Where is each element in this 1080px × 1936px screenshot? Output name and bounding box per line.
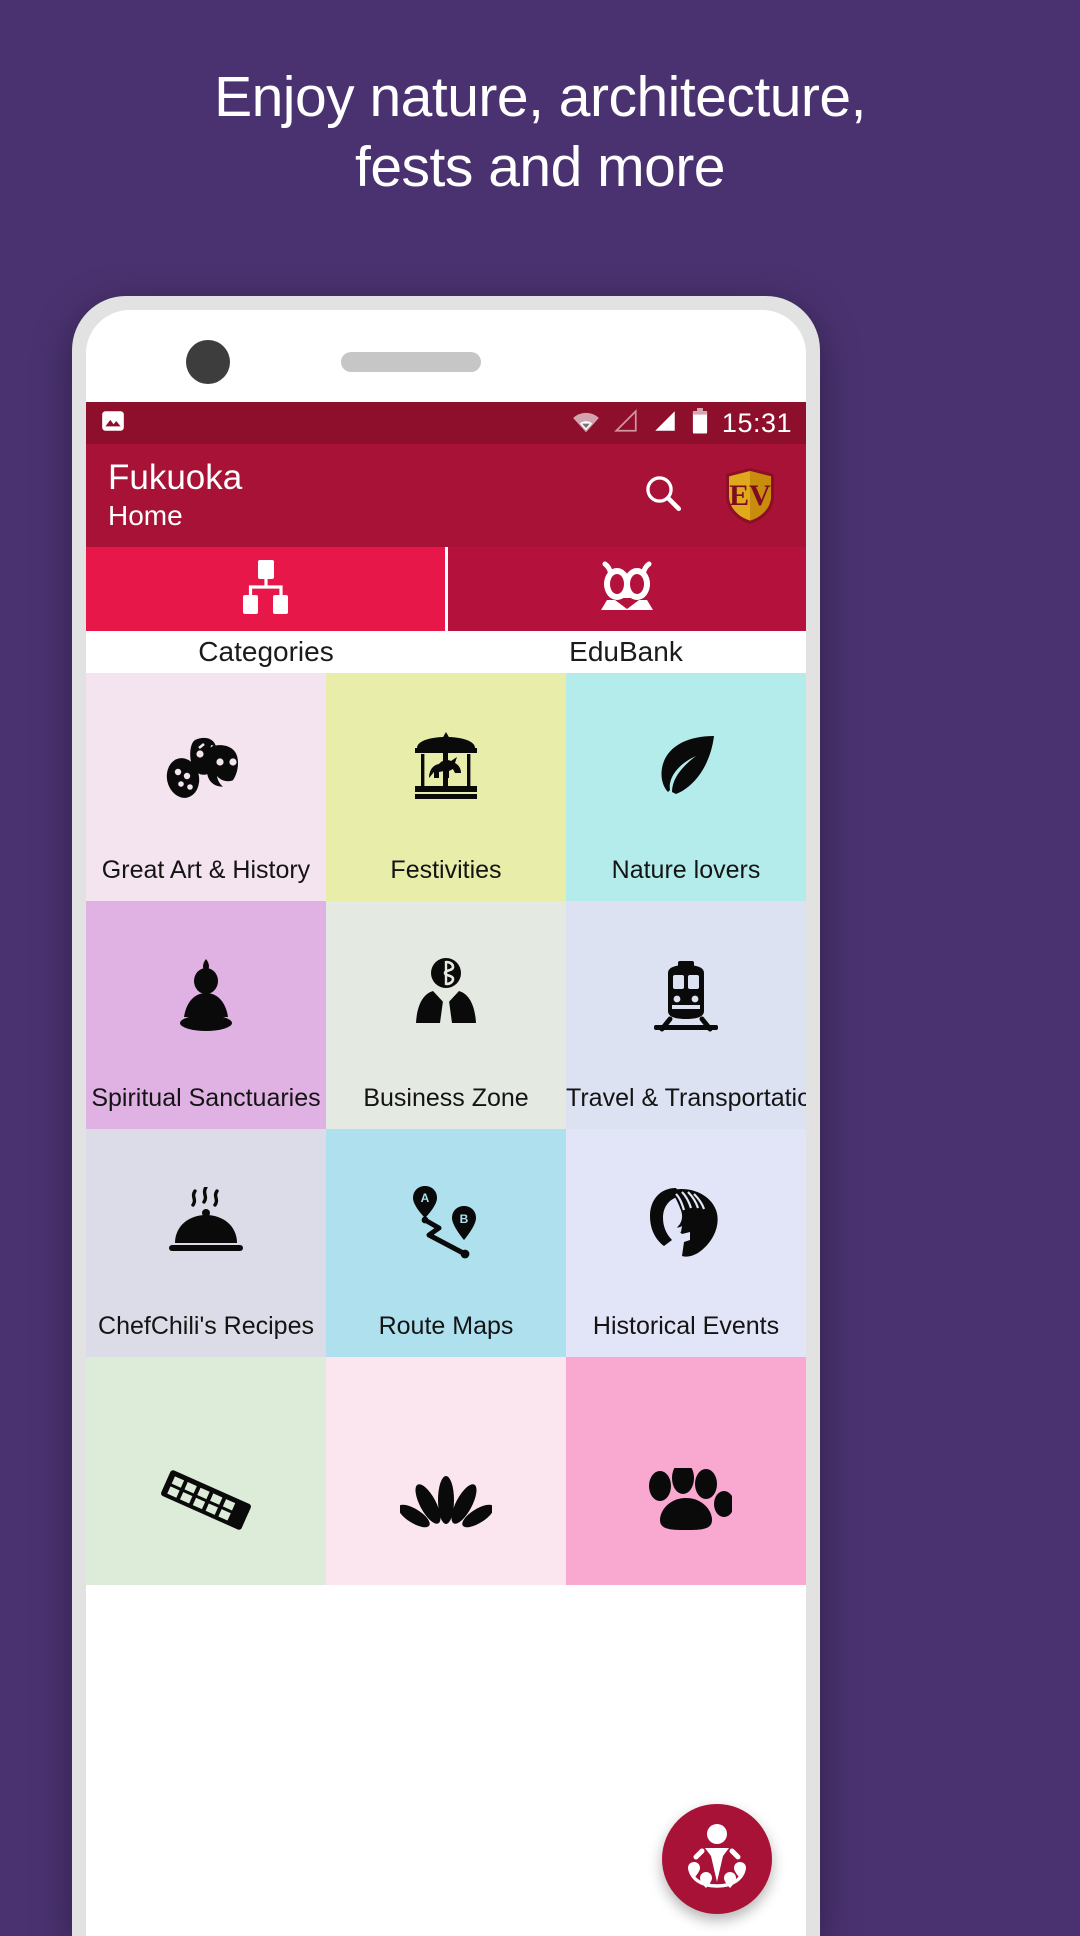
battery-icon (691, 407, 709, 439)
tab-categories[interactable] (86, 547, 445, 631)
front-camera-icon (186, 340, 230, 384)
train-icon (648, 957, 724, 1035)
photo-icon (100, 408, 126, 439)
category-tile[interactable] (566, 1357, 806, 1585)
category-label: Nature lovers (611, 856, 761, 884)
signal-empty-icon (613, 408, 639, 438)
svg-text:B: B (460, 1212, 469, 1226)
category-label: ChefChili's Recipes (98, 1312, 314, 1340)
app-toolbar: Fukuoka Home EV (86, 444, 806, 547)
status-bar: 15:31 (86, 402, 806, 444)
tab-bar[interactable] (86, 547, 806, 631)
category-tile[interactable]: ChefChili's Recipes (86, 1129, 326, 1357)
category-grid: Great Art & History Festivities Nature l… (86, 673, 806, 1585)
toolbar-actions: EV (642, 467, 784, 525)
category-tile[interactable]: Festivities (326, 673, 566, 901)
phone-top-bezel (86, 310, 806, 402)
tab-label-edubank[interactable]: EduBank (446, 631, 806, 673)
category-label: Festivities (390, 856, 502, 884)
promo-headline-line1: Enjoy nature, architecture, (214, 65, 866, 129)
category-label: Spiritual Sanctuaries (91, 1084, 321, 1112)
owl-icon (595, 558, 659, 621)
category-tile[interactable]: Nature lovers (566, 673, 806, 901)
search-icon[interactable] (642, 472, 684, 519)
category-label: Business Zone (363, 1084, 529, 1112)
flower-icon (400, 1461, 492, 1539)
app-logo-text: EV (729, 479, 771, 512)
page-title: Fukuoka (108, 457, 243, 497)
film-strip-icon (158, 1461, 254, 1539)
toolbar-titles: Fukuoka Home (108, 458, 242, 534)
tab-label-categories[interactable]: Categories (86, 631, 446, 673)
spartan-helmet-icon (646, 1185, 726, 1263)
businessman-icon (415, 957, 477, 1035)
food-cloche-icon (167, 1185, 245, 1263)
status-bar-clock: 15:31 (721, 407, 792, 438)
category-tile[interactable]: Business Zone (326, 901, 566, 1129)
tab-labels: Categories EduBank (86, 631, 806, 673)
app-screen: 15:31 Fukuoka Home EV Categories EduBank… (86, 402, 806, 1936)
fab-tour-guide-button[interactable] (662, 1804, 772, 1914)
theatre-masks-icon (163, 729, 249, 807)
phone-screen-bezel: 15:31 Fukuoka Home EV Categories EduBank… (86, 310, 806, 1936)
hierarchy-icon (233, 558, 297, 621)
category-tile[interactable]: Spiritual Sanctuaries (86, 901, 326, 1129)
category-tile[interactable]: Historical Events (566, 1129, 806, 1357)
category-label: Route Maps (378, 1312, 514, 1340)
people-locations-icon (678, 1818, 756, 1901)
category-label: Travel & Transportation (566, 1084, 806, 1112)
status-bar-indicators: 15:31 (572, 407, 792, 439)
svg-text:A: A (421, 1191, 430, 1205)
promo-headline-line2: fests and more (354, 135, 726, 199)
category-tile[interactable]: Travel & Transportation (566, 901, 806, 1129)
carousel-icon (407, 729, 485, 807)
earpiece-speaker (341, 352, 481, 372)
category-tile[interactable]: A B Route Maps (326, 1129, 566, 1357)
category-tile[interactable]: Great Art & History (86, 673, 326, 901)
page-subtitle: Home (108, 499, 183, 531)
buddha-icon (174, 957, 238, 1035)
category-label: Great Art & History (101, 856, 311, 884)
phone-mockup: 15:31 Fukuoka Home EV Categories EduBank… (72, 296, 820, 1936)
status-bar-notifications (100, 408, 126, 439)
route-ab-icon: A B (406, 1185, 486, 1263)
tab-edubank[interactable] (447, 547, 806, 631)
category-tile[interactable] (326, 1357, 566, 1585)
category-tile[interactable] (86, 1357, 326, 1585)
leaf-icon (648, 729, 724, 807)
category-label: Historical Events (592, 1312, 780, 1340)
paw-print-icon (640, 1461, 732, 1539)
app-logo-icon[interactable]: EV (724, 467, 776, 525)
signal-full-icon (652, 409, 678, 438)
wifi-icon (572, 409, 600, 438)
promo-headline: Enjoy nature, architecture, fests and mo… (0, 62, 1080, 202)
